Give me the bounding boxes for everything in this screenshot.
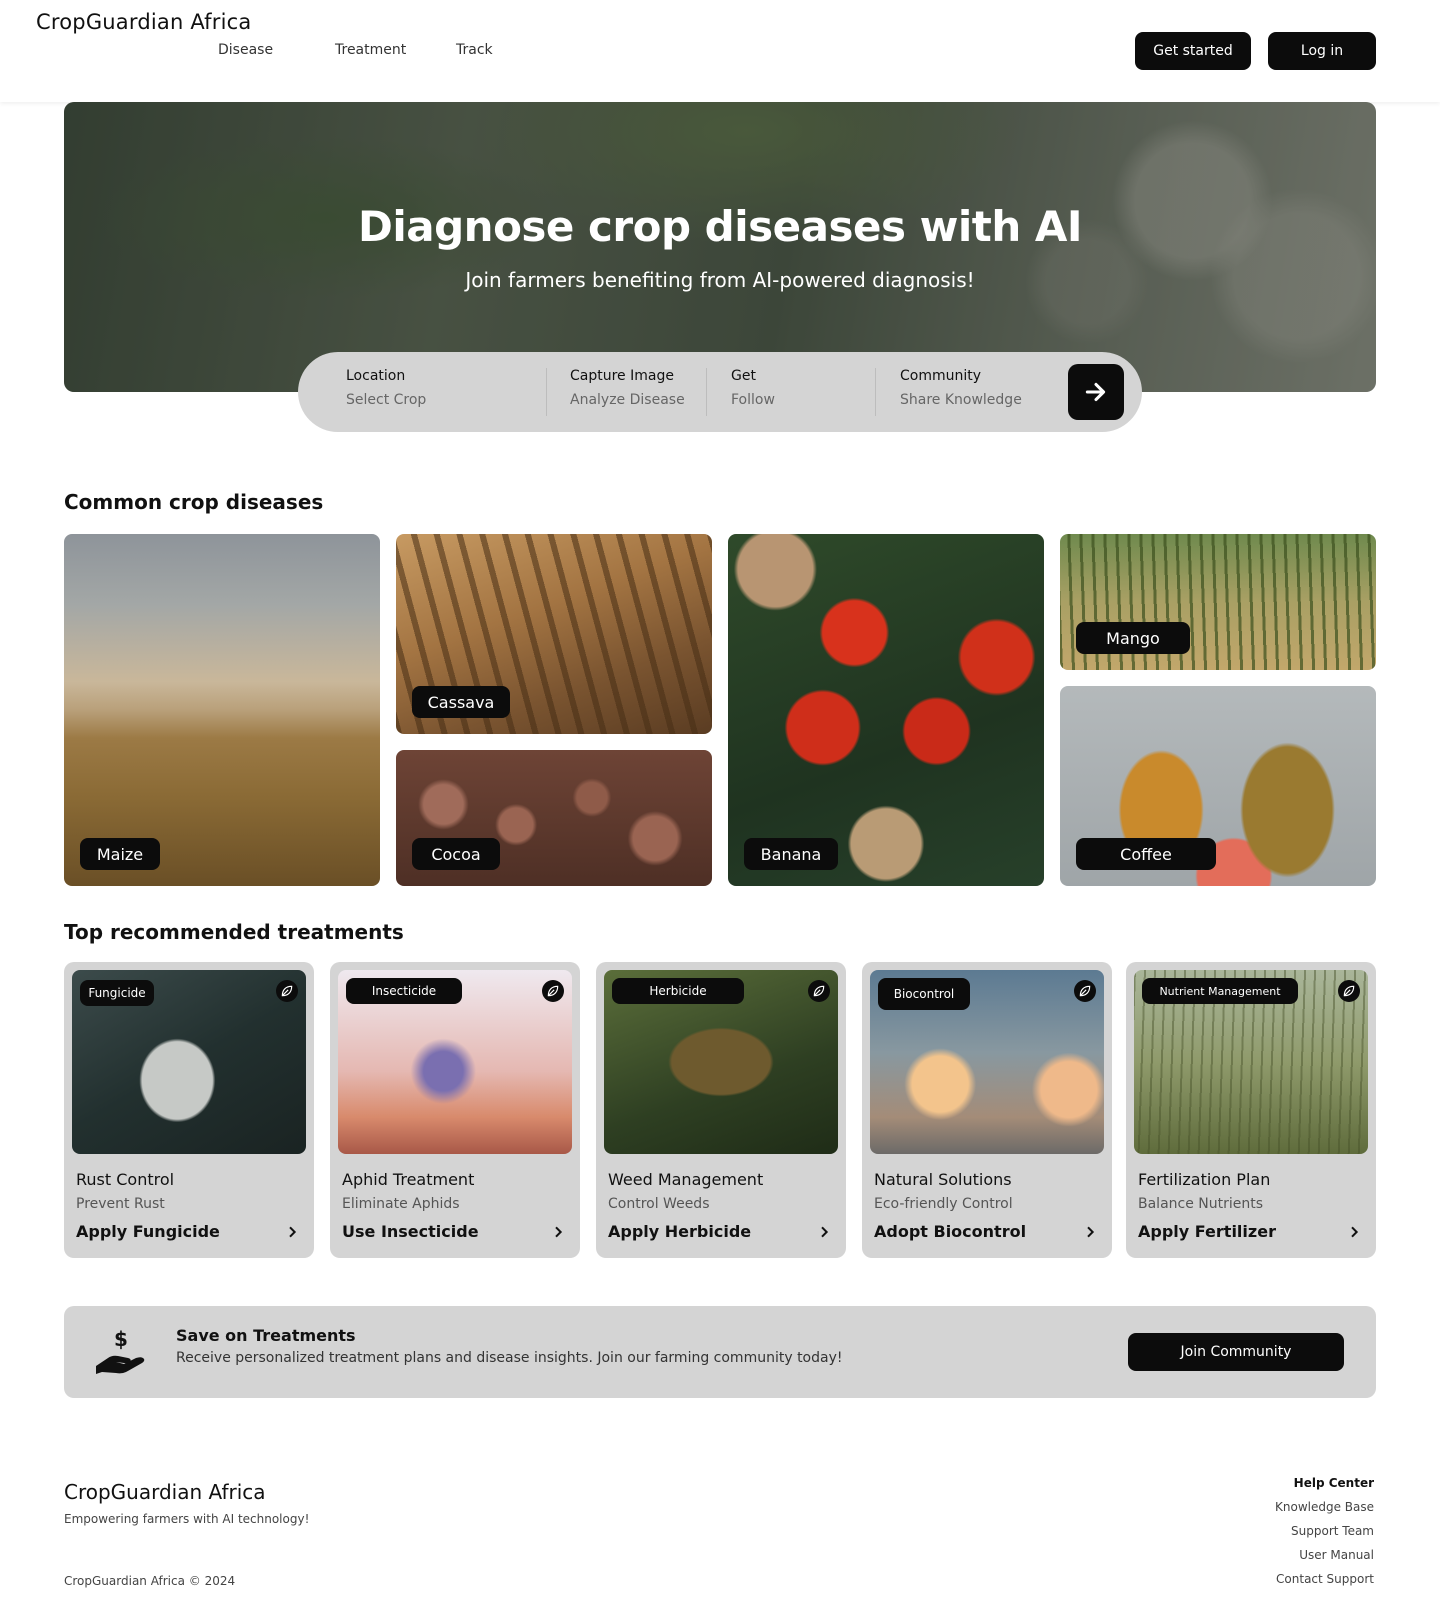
step-title: Location [346,368,406,384]
card-subtitle: Eco-friendly Control [874,1196,1013,1212]
footer-tagline: Empowering farmers with AI technology! [64,1512,310,1526]
card-tag: Fungicide [80,980,154,1006]
banner-title: Save on Treatments [176,1326,356,1345]
chevron-right-icon [1087,1226,1095,1238]
card-action[interactable]: Apply Fertilizer [1138,1222,1276,1241]
treatment-card-insecticide[interactable]: Insecticide Aphid Treatment Eliminate Ap… [330,962,580,1258]
tile-coffee[interactable]: Coffee [1060,686,1376,886]
card-image: Insecticide [338,970,572,1154]
tile-label: Mango [1076,622,1190,654]
treatment-card-herbicide[interactable]: Herbicide Weed Management Control Weeds … [596,962,846,1258]
card-subtitle: Balance Nutrients [1138,1196,1264,1212]
get-started-button[interactable]: Get started [1135,32,1251,70]
banner-text: Receive personalized treatment plans and… [176,1350,843,1366]
footer-brand: CropGuardian Africa [64,1480,266,1504]
footer-link-knowledge-base[interactable]: Knowledge Base [1275,1500,1374,1524]
hero-subtitle: Join farmers benefiting from AI-powered … [465,268,975,292]
footer-links: Help Center Knowledge Base Support Team … [1275,1476,1374,1596]
tile-label: Maize [80,838,160,870]
card-tag: Biocontrol [878,978,970,1010]
card-image: Herbicide [604,970,838,1154]
chevron-right-icon [289,1226,297,1238]
tile-label: Cocoa [412,838,500,870]
hand-dollar-icon: $ [96,1328,145,1374]
card-subtitle: Eliminate Aphids [342,1196,460,1212]
top-nav: CropGuardian Africa Disease Treatment Tr… [0,0,1440,102]
footer-link-user-manual[interactable]: User Manual [1275,1548,1374,1572]
promo-banner: $ Save on Treatments Receive personalize… [64,1306,1376,1398]
footer-link-support-team[interactable]: Support Team [1275,1524,1374,1548]
treatment-card-biocontrol[interactable]: Biocontrol Natural Solutions Eco-friendl… [862,962,1112,1258]
card-image: Biocontrol [870,970,1104,1154]
chevron-right-icon [555,1226,563,1238]
card-action[interactable]: Adopt Biocontrol [874,1222,1026,1241]
card-title: Aphid Treatment [342,1170,475,1189]
card-action[interactable]: Use Insecticide [342,1222,479,1241]
card-image: Nutrient Management [1134,970,1368,1154]
chevron-right-icon [821,1226,829,1238]
divider [875,368,876,416]
card-title: Rust Control [76,1170,175,1189]
card-tag: Nutrient Management [1142,978,1298,1004]
treatments-section-title: Top recommended treatments [64,920,404,944]
treatment-card-fungicide[interactable]: Fungicide Rust Control Prevent Rust Appl… [64,962,314,1258]
step-sub: Select Crop [346,392,427,408]
diagnosis-steps-bar: Location Select Crop Capture Image Analy… [298,352,1142,432]
leaf-icon [1074,980,1096,1002]
nav-link-disease[interactable]: Disease [218,42,273,58]
arrow-right-icon [1085,382,1106,402]
card-subtitle: Prevent Rust [76,1196,165,1212]
step-capture-image[interactable]: Capture Image Analyze Disease [570,368,685,416]
leaf-icon [276,980,298,1002]
chevron-right-icon [1351,1226,1359,1238]
hero-title: Diagnose crop diseases with AI [358,202,1083,251]
go-button[interactable] [1068,364,1124,420]
diseases-section-title: Common crop diseases [64,490,324,514]
card-tag: Insecticide [346,978,462,1004]
tile-label: Coffee [1076,838,1216,870]
log-in-button[interactable]: Log in [1268,32,1376,70]
card-subtitle: Control Weeds [608,1196,710,1212]
tile-cassava[interactable]: Cassava [396,534,712,734]
step-community[interactable]: Community Share Knowledge [900,368,1022,416]
step-location[interactable]: Location Select Crop [346,368,426,416]
step-title: Capture Image [570,368,674,384]
svg-text:$: $ [114,1328,128,1351]
tile-label: Banana [744,838,838,870]
leaf-icon [808,980,830,1002]
step-get[interactable]: Get Follow [731,368,775,416]
card-title: Fertilization Plan [1138,1170,1271,1189]
card-action[interactable]: Apply Fungicide [76,1222,220,1241]
card-action[interactable]: Apply Herbicide [608,1222,751,1241]
divider [706,368,707,416]
join-community-button[interactable]: Join Community [1128,1333,1344,1371]
brand-logo[interactable]: CropGuardian Africa [36,10,251,34]
card-title: Natural Solutions [874,1170,1012,1189]
card-title: Weed Management [608,1170,764,1189]
nav-link-track[interactable]: Track [456,42,493,58]
step-title: Community [900,368,982,384]
tile-cocoa[interactable]: Cocoa [396,750,712,886]
footer-copyright: CropGuardian Africa © 2024 [64,1574,236,1588]
card-tag: Herbicide [612,978,744,1004]
footer-links-heading[interactable]: Help Center [1275,1476,1374,1500]
treatment-card-nutrient-management[interactable]: Nutrient Management Fertilization Plan B… [1126,962,1376,1258]
tile-banana[interactable]: Banana [728,534,1044,886]
footer-link-contact-support[interactable]: Contact Support [1275,1572,1374,1596]
step-title: Get [731,368,756,384]
hero-banner: Diagnose crop diseases with AI Join farm… [64,102,1376,392]
step-sub: Analyze Disease [570,392,685,408]
card-image: Fungicide [72,970,306,1154]
tile-label: Cassava [412,686,510,718]
leaf-icon [1338,980,1360,1002]
tile-maize[interactable]: Maize [64,534,380,886]
nav-link-treatment[interactable]: Treatment [335,42,406,58]
step-sub: Follow [731,392,775,408]
divider [546,368,547,416]
leaf-icon [542,980,564,1002]
tile-mango[interactable]: Mango [1060,534,1376,670]
step-sub: Share Knowledge [900,392,1022,408]
